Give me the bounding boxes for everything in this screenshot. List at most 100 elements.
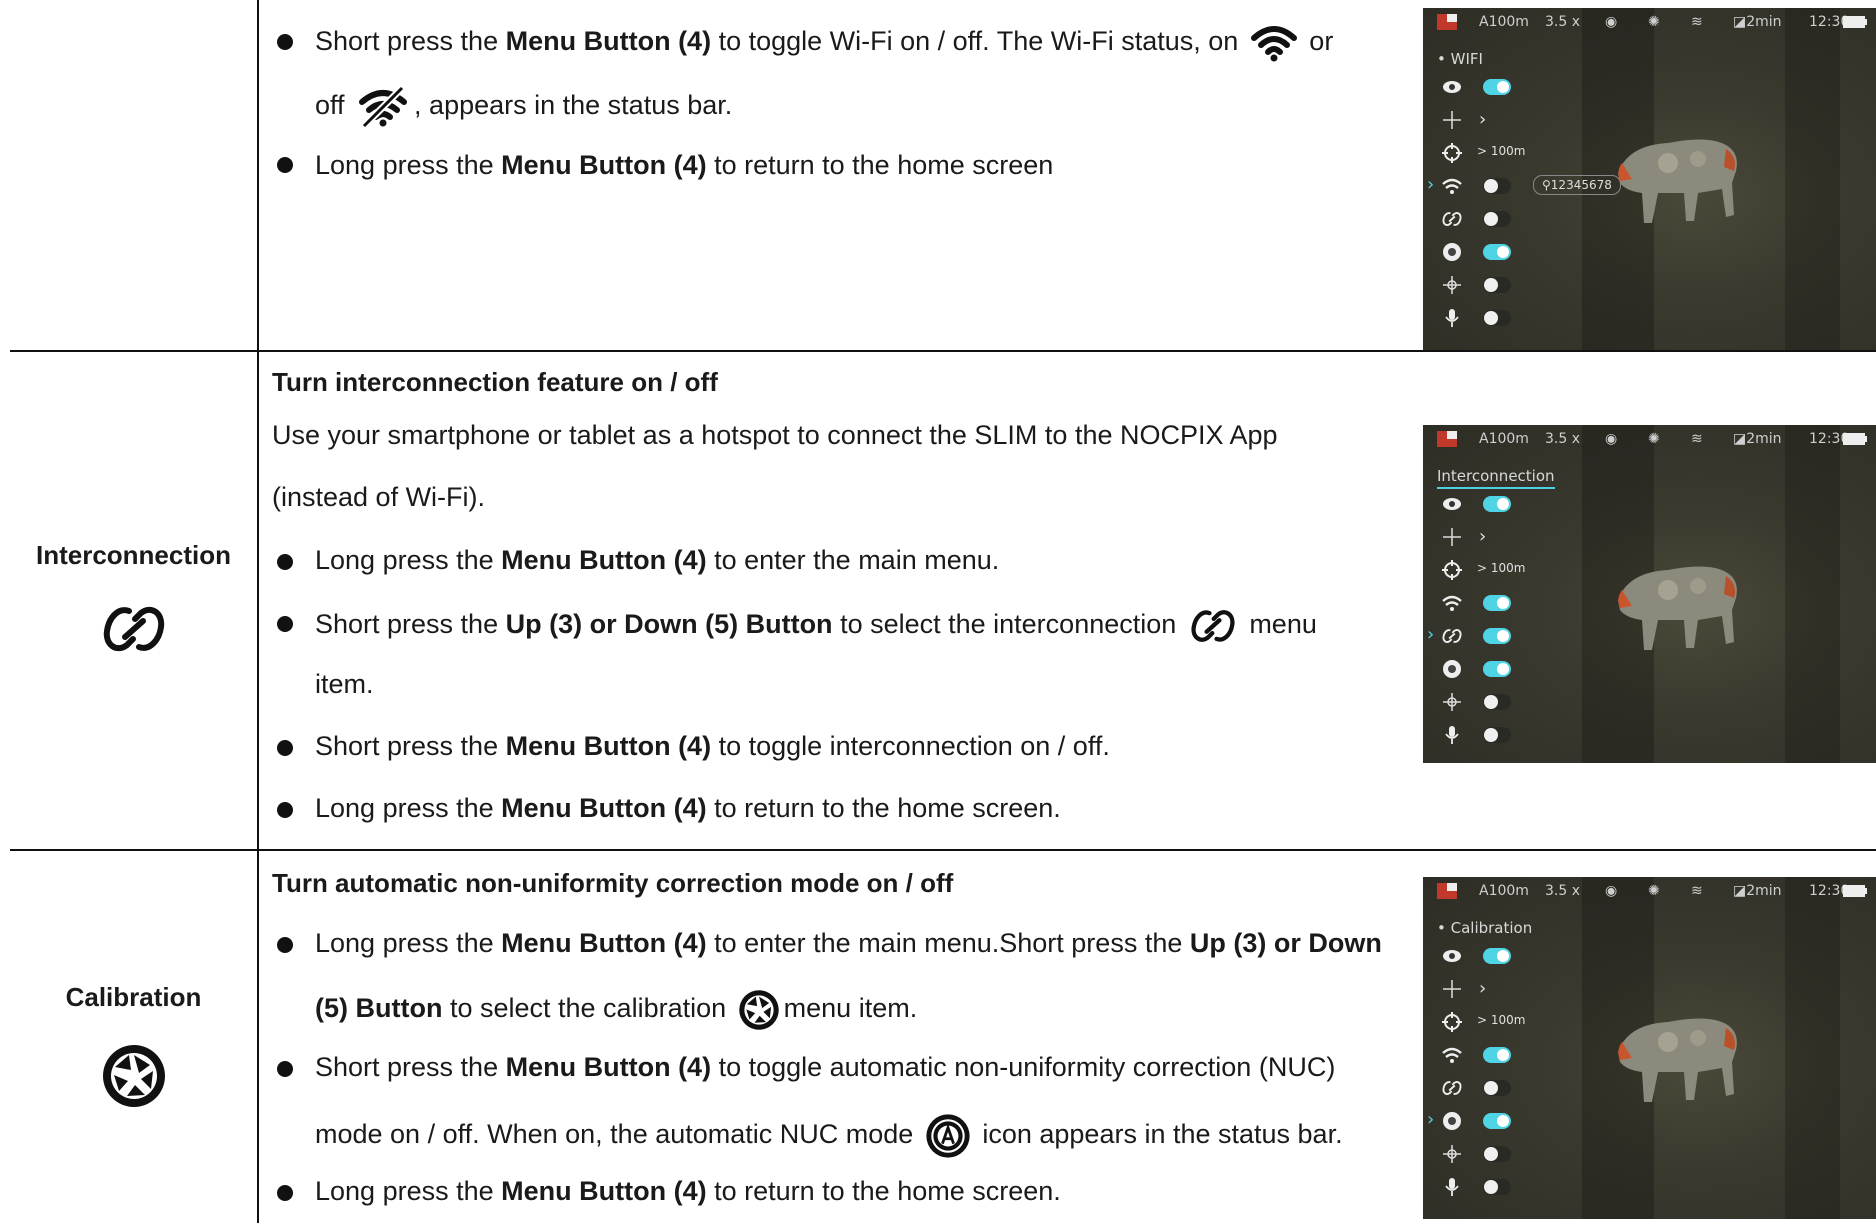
row-divider: [10, 849, 1876, 851]
calibration-icon: [1441, 1110, 1463, 1132]
distance-value: > 100m: [1477, 144, 1526, 158]
calibration-label-cell: Calibration: [10, 982, 257, 1114]
wifi-bullet-1-cont: off , appears in the status bar.: [315, 86, 732, 128]
calibration-icon: ✺: [1648, 431, 1660, 447]
compass-icon: [1441, 274, 1463, 296]
status-bar: A100m 3.5 x ◉ ✺ ≋ ◪2min 12:30: [1423, 425, 1876, 453]
toggle-switch[interactable]: [1483, 1080, 1511, 1096]
status-bar: A100m 3.5 x ◉ ✺ ≋ ◪2min 12:30: [1423, 877, 1876, 905]
toggle-switch[interactable]: [1483, 727, 1511, 743]
rangefinder-icon: [1441, 559, 1463, 581]
toggle-switch[interactable]: [1483, 1179, 1511, 1195]
rangefinder-icon: [1441, 1011, 1463, 1033]
eye-icon: ◉: [1605, 883, 1618, 899]
distance-value: > 100m: [1477, 561, 1526, 575]
selection-caret: ›: [1427, 624, 1435, 645]
wifi-icon: ≋: [1691, 431, 1703, 447]
calibration-bullet-3: Long press the Menu Button (4) to return…: [315, 1176, 1061, 1206]
wifi-off-icon: [359, 86, 408, 128]
bullet: [277, 157, 293, 173]
status-magnification: 3.5 x: [1545, 431, 1580, 447]
interconnection-icon: [1191, 610, 1235, 642]
interconnection-bullet-4: Long press the Menu Button (4) to return…: [315, 793, 1061, 823]
submenu-arrow: ›: [1479, 526, 1487, 547]
status-zoom-distance: A100m: [1479, 14, 1529, 30]
device-screen-calibration: A100m 3.5 x ◉ ✺ ≋ ◪2min 12:30 • Calibration › > 1…: [1423, 877, 1876, 1219]
device-screen-wifi: A100m 3.5 x ◉ ✺ ≋ ◪2min 12:30 • WIFI › > 100m › ⚲12…: [1423, 8, 1876, 350]
toggle-switch[interactable]: [1483, 1047, 1511, 1063]
thermal-boar-image: [1618, 139, 1737, 223]
toggle-switch[interactable]: [1483, 948, 1511, 964]
crosshair-icon: [1441, 109, 1463, 131]
toggle-switch[interactable]: [1483, 310, 1511, 326]
battery-icon: [1843, 16, 1867, 28]
distance-value: > 100m: [1477, 1013, 1526, 1027]
toggle-switch[interactable]: [1483, 661, 1511, 677]
bullet: [277, 802, 293, 818]
status-zoom-distance: A100m: [1479, 431, 1529, 447]
standby-timer: ◪2min: [1733, 14, 1782, 30]
bullet: [277, 740, 293, 756]
interconnection-label: Interconnection: [35, 540, 231, 570]
wifi-icon: [1441, 1044, 1463, 1066]
calibration-icon: [738, 990, 779, 1030]
menu-title: Interconnection: [1437, 467, 1555, 489]
interconnection-label-cell: Interconnection: [10, 540, 257, 662]
battery-icon: [1843, 885, 1867, 897]
bullet: [277, 34, 293, 50]
calibration-label: Calibration: [65, 982, 202, 1012]
interconnection-intro-cont: (instead of Wi-Fi).: [272, 482, 486, 512]
toggle-switch[interactable]: [1483, 1113, 1511, 1129]
interconnection-bullet-1: Long press the Menu Button (4) to enter …: [315, 545, 1000, 575]
calibration-icon: ✺: [1648, 883, 1660, 899]
interconnection-heading: Turn interconnection feature on / off: [272, 367, 718, 397]
palette-icon: [1437, 14, 1457, 30]
selection-caret: ›: [1427, 1109, 1435, 1130]
bullet: [277, 1061, 293, 1077]
visibility-icon: [1441, 493, 1463, 515]
device-screen-interconnection: A100m 3.5 x ◉ ✺ ≋ ◪2min 12:30 Interconnection › >…: [1423, 425, 1876, 763]
toggle-switch[interactable]: [1483, 244, 1511, 260]
status-magnification: 3.5 x: [1545, 883, 1580, 899]
interconnection-icon: [1441, 1077, 1463, 1099]
bullet: [277, 937, 293, 953]
toggle-switch[interactable]: [1483, 1146, 1511, 1162]
interconnection-bullet-2: Short press the Up (3) or Down (5) Butto…: [315, 606, 1317, 646]
wifi-icon: [1441, 175, 1463, 197]
rangefinder-icon: [1441, 142, 1463, 164]
battery-icon: [1843, 433, 1867, 445]
toggle-switch[interactable]: [1483, 496, 1511, 512]
toggle-switch[interactable]: [1483, 595, 1511, 611]
visibility-icon: [1441, 76, 1463, 98]
selection-caret: ›: [1427, 174, 1435, 195]
crosshair-icon: [1441, 526, 1463, 548]
toggle-switch[interactable]: [1483, 694, 1511, 710]
toggle-switch[interactable]: [1483, 79, 1511, 95]
compass-icon: [1441, 691, 1463, 713]
interconnection-bullet-3: Short press the Menu Button (4) to toggl…: [315, 731, 1110, 761]
menu-title: • Calibration: [1437, 919, 1533, 937]
toggle-switch[interactable]: [1483, 277, 1511, 293]
status-bar: A100m 3.5 x ◉ ✺ ≋ ◪2min 12:30: [1423, 8, 1876, 36]
calibration-heading: Turn automatic non-uniformity correction…: [272, 868, 954, 898]
calibration-bullet-1-cont: (5) Button to select the calibration men…: [315, 989, 917, 1031]
toggle-switch[interactable]: [1483, 628, 1511, 644]
submenu-arrow: ›: [1479, 109, 1487, 130]
calibration-icon: [1441, 241, 1463, 263]
microphone-icon: [1441, 1176, 1463, 1198]
palette-icon: [1437, 431, 1457, 447]
wifi-icon: [1441, 592, 1463, 614]
standby-timer: ◪2min: [1733, 431, 1782, 447]
auto-nuc-icon: [926, 1114, 970, 1158]
toggle-switch[interactable]: [1483, 178, 1511, 194]
interconnection-intro: Use your smartphone or tablet as a hotsp…: [272, 420, 1278, 450]
bullet: [277, 1185, 293, 1201]
interconnection-icon: [1441, 625, 1463, 647]
calibration-bullet-2-cont: mode on / off. When on, the automatic NU…: [315, 1113, 1343, 1159]
toggle-switch[interactable]: [1483, 211, 1511, 227]
wifi-icon: ≋: [1691, 883, 1703, 899]
bullet: [277, 616, 293, 632]
status-zoom-distance: A100m: [1479, 883, 1529, 899]
submenu-arrow: ›: [1479, 978, 1487, 999]
microphone-icon: [1441, 307, 1463, 329]
